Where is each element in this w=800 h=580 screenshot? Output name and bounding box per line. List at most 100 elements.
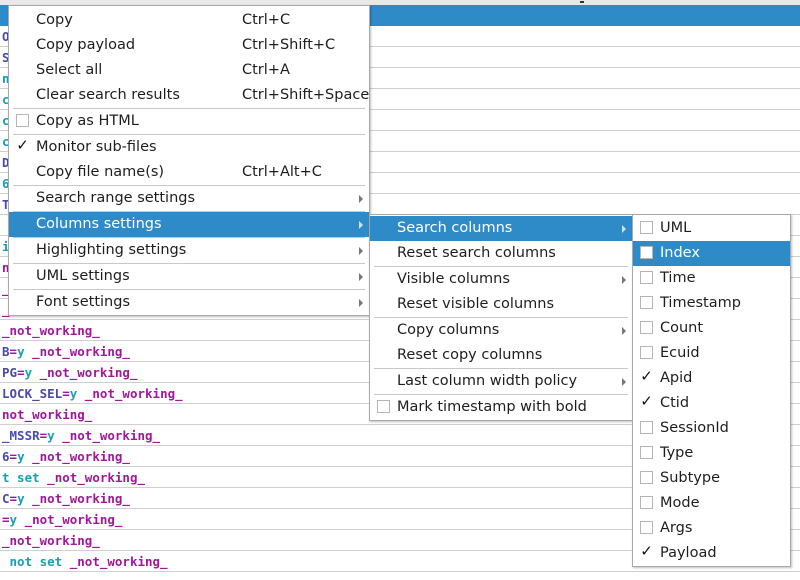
menu-item-reset-copy-columns[interactable]: Reset copy columns	[370, 343, 632, 368]
checkbox-icon[interactable]	[640, 471, 653, 484]
cell-text: B	[2, 344, 10, 359]
menu-label: Search columns	[397, 220, 513, 236]
menu-item-clear-search-results[interactable]: Clear search results Ctrl+Shift+Space	[9, 83, 369, 108]
context-menu: Copy Ctrl+C Copy payload Ctrl+Shift+C Sele…	[8, 5, 370, 316]
menu-label: Timestamp	[660, 295, 741, 311]
checkbox-icon[interactable]	[640, 221, 653, 234]
checkbox-icon[interactable]	[640, 296, 653, 309]
menu-item-copy-as-html[interactable]: Copy as HTML	[9, 109, 369, 134]
menu-item-column-apid[interactable]: ✓ Apid	[633, 366, 790, 391]
checkbox-icon[interactable]	[377, 400, 390, 413]
menu-label: Type	[660, 445, 694, 461]
cell-text: y	[47, 428, 55, 443]
menu-label: Last column width policy	[397, 373, 578, 389]
menu-item-column-subtype[interactable]: Subtype	[633, 466, 790, 491]
submenu-arrow-icon	[359, 195, 363, 203]
checkbox-icon[interactable]	[16, 114, 29, 127]
checkmark-icon[interactable]: ✓	[640, 369, 653, 384]
menu-label: Clear search results	[36, 87, 180, 103]
cell-text: PG	[2, 365, 18, 380]
menu-label: Mark timestamp with bold	[397, 399, 587, 415]
search-columns-submenu: UML Index Time Timestamp Count Ecuid ✓ Apid ✓ Cti…	[632, 214, 791, 567]
cell-text: _MSSR	[2, 428, 40, 443]
cell-text: _not_working_	[54, 428, 161, 443]
menu-label: Copy as HTML	[36, 113, 139, 129]
checkbox-icon[interactable]	[640, 421, 653, 434]
menu-item-column-ecuid[interactable]: Ecuid	[633, 341, 790, 366]
checkmark-icon[interactable]: ✓	[640, 394, 653, 409]
cell-text: _not_working_	[24, 491, 130, 506]
cell-text: =	[9, 491, 18, 506]
menu-label: Copy	[36, 12, 73, 28]
menu-item-column-index[interactable]: Index	[633, 241, 790, 266]
shortcut-label: Ctrl+A	[242, 62, 290, 78]
cell-text: LOCK_SEL	[2, 386, 63, 401]
menu-item-uml-settings[interactable]: UML settings	[9, 264, 369, 289]
cell-text: =	[62, 386, 70, 401]
checkbox-icon[interactable]	[640, 271, 653, 284]
menu-label: Copy payload	[36, 37, 136, 53]
menu-item-search-range-settings[interactable]: Search range settings	[9, 186, 369, 211]
cell-text: _not_working_	[2, 323, 100, 338]
menu-item-column-sessionid[interactable]: SessionId	[633, 416, 790, 441]
menu-label: Highlighting settings	[36, 242, 187, 258]
menu-label: Count	[660, 320, 704, 336]
cell-text: t set	[2, 470, 40, 485]
menu-item-column-args[interactable]: Args	[633, 516, 790, 541]
menu-item-monitor-sub-files[interactable]: ✓ Monitor sub-files	[9, 135, 369, 160]
menu-label: SessionId	[660, 420, 729, 436]
cell-text: _not_working_	[32, 365, 138, 380]
checkmark-icon[interactable]: ✓	[16, 138, 29, 153]
menu-item-column-uml[interactable]: UML	[633, 216, 790, 241]
shortcut-label: Ctrl+Alt+C	[242, 164, 322, 180]
cell-text: y	[24, 365, 33, 380]
menu-item-copy[interactable]: Copy Ctrl+C	[9, 8, 369, 33]
cell-text: _not_working_	[77, 386, 183, 401]
menu-item-copy-columns[interactable]: Copy columns	[370, 318, 632, 343]
submenu-arrow-icon	[622, 276, 626, 284]
menu-item-column-count[interactable]: Count	[633, 316, 790, 341]
cell-text: _not_working_	[2, 533, 100, 548]
menu-item-columns-settings[interactable]: Columns settings	[9, 212, 369, 237]
menu-item-column-mode[interactable]: Mode	[633, 491, 790, 516]
menu-label: Apid	[660, 370, 693, 386]
menu-item-column-type[interactable]: Type	[633, 441, 790, 466]
checkmark-icon[interactable]: ✓	[640, 544, 653, 559]
menu-label: Subtype	[660, 470, 720, 486]
shortcut-label: Ctrl+Shift+Space	[242, 87, 370, 103]
menu-item-column-time[interactable]: Time	[633, 266, 790, 291]
submenu-arrow-icon	[359, 299, 363, 307]
menu-label: Copy columns	[397, 322, 500, 338]
menu-label: Columns settings	[36, 216, 162, 232]
menu-item-copy-file-names[interactable]: Copy file name(s) Ctrl+Alt+C	[9, 160, 369, 185]
menu-item-column-payload[interactable]: ✓ Payload	[633, 541, 790, 566]
menu-item-mark-timestamp-bold[interactable]: Mark timestamp with bold	[370, 395, 632, 420]
menu-item-column-ctid[interactable]: ✓ Ctid	[633, 391, 790, 416]
checkbox-icon[interactable]	[640, 346, 653, 359]
cell-text: y	[9, 512, 18, 527]
menu-label: Reset search columns	[397, 245, 556, 261]
shortcut-label: Ctrl+C	[242, 12, 291, 28]
checkbox-icon[interactable]	[640, 321, 653, 334]
menu-item-copy-payload[interactable]: Copy payload Ctrl+Shift+C	[9, 33, 369, 58]
submenu-arrow-icon	[359, 221, 363, 229]
menu-item-reset-search-columns[interactable]: Reset search columns	[370, 241, 632, 266]
menu-label: Reset copy columns	[397, 347, 543, 363]
cell-text: y	[17, 491, 25, 506]
menu-item-visible-columns[interactable]: Visible columns	[370, 267, 632, 292]
cell-text: =	[9, 344, 18, 359]
menu-item-font-settings[interactable]: Font settings	[9, 290, 369, 315]
checkbox-icon[interactable]	[640, 246, 653, 259]
menu-item-select-all[interactable]: Select all Ctrl+A	[9, 58, 369, 83]
menu-item-reset-visible-columns[interactable]: Reset visible columns	[370, 292, 632, 317]
menu-item-last-column-width-policy[interactable]: Last column width policy	[370, 369, 632, 394]
menu-item-column-timestamp[interactable]: Timestamp	[633, 291, 790, 316]
splitter-handle[interactable]	[580, 1, 584, 3]
checkbox-icon[interactable]	[640, 521, 653, 534]
menu-item-search-columns[interactable]: Search columns	[370, 216, 632, 241]
shortcut-label: Ctrl+Shift+C	[242, 37, 336, 53]
checkbox-icon[interactable]	[640, 496, 653, 509]
cell-text: _not_working_	[24, 344, 130, 359]
menu-item-highlighting-settings[interactable]: Highlighting settings	[9, 238, 369, 263]
checkbox-icon[interactable]	[640, 446, 653, 459]
